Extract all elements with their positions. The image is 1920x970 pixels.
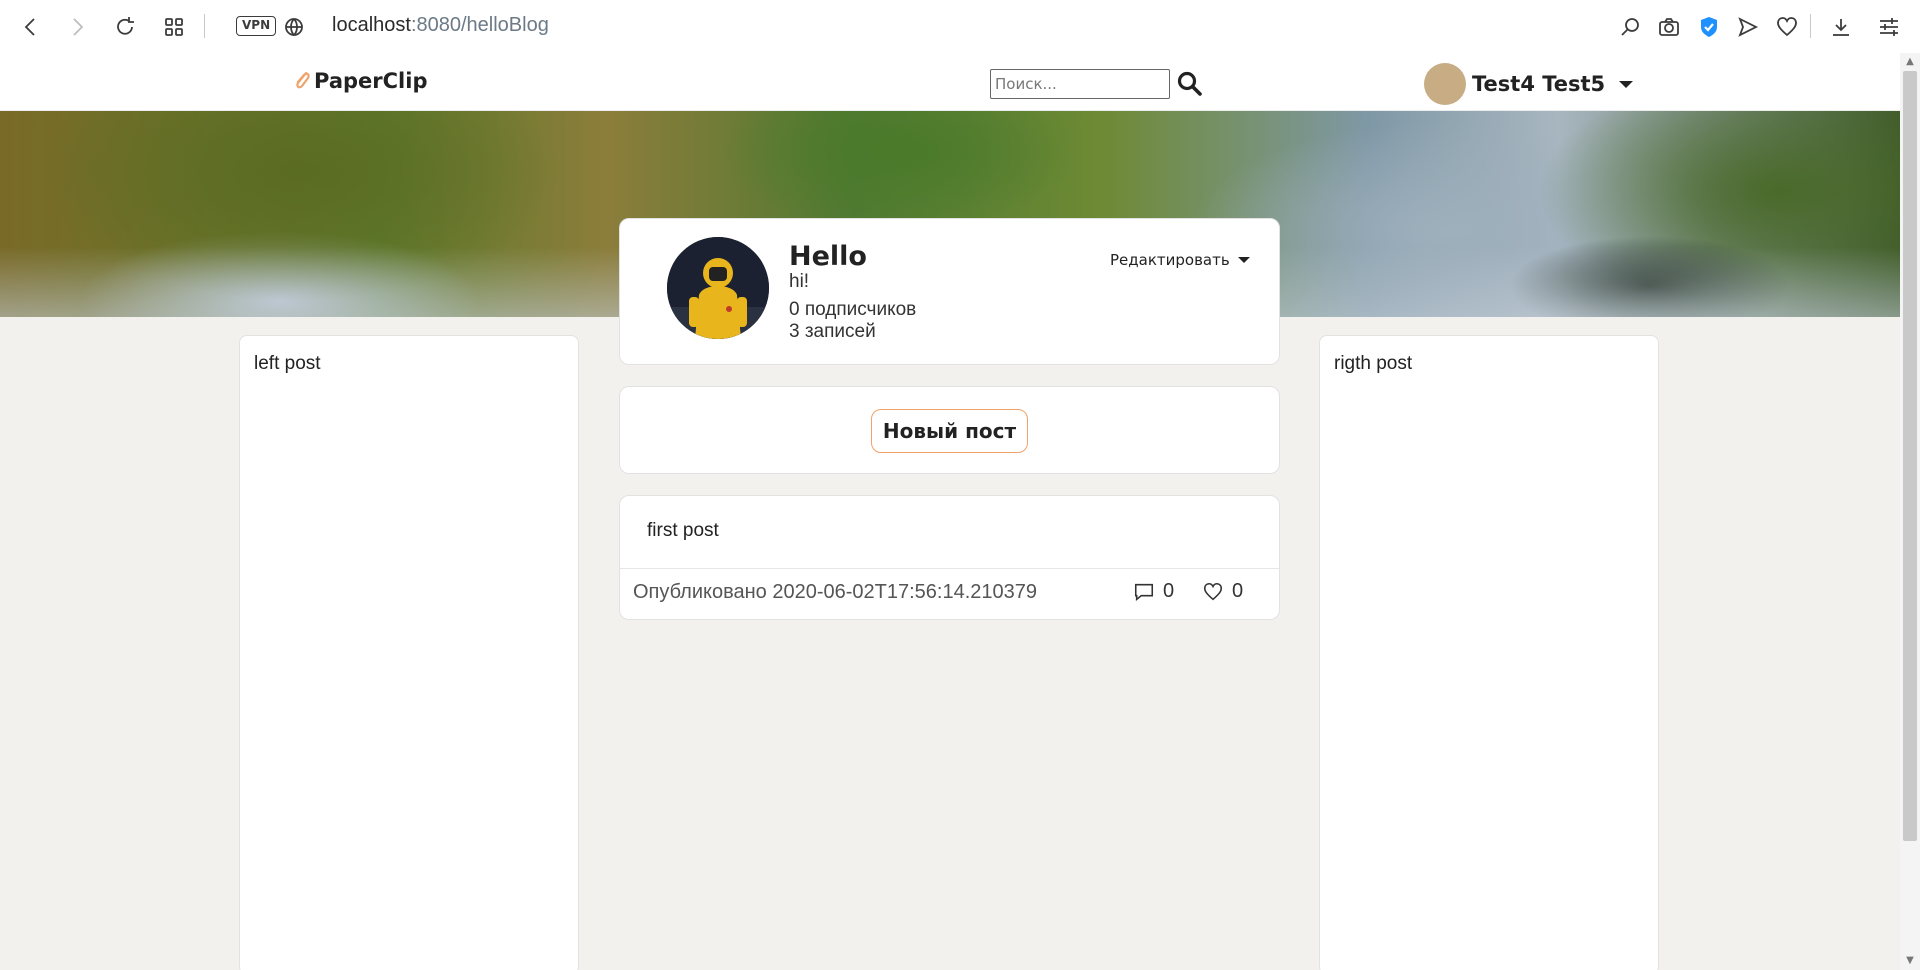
edit-profile-dropdown[interactable]: Редактировать — [1110, 251, 1250, 269]
toolbar-divider — [1810, 14, 1811, 38]
globe-icon[interactable] — [281, 14, 307, 40]
site-header: PaperClip Test4 Test5 — [0, 53, 1900, 111]
post-published-date: Опубликовано 2020-06-02T17:56:14.210379 — [633, 581, 1038, 603]
heart-icon[interactable] — [1774, 14, 1800, 40]
likes-stat[interactable]: 0 — [1202, 580, 1243, 603]
scroll-up-icon[interactable]: ▲ — [1904, 56, 1916, 68]
vpn-badge[interactable]: VPN — [236, 16, 277, 36]
paperclip-icon — [296, 71, 310, 89]
posts-count: 3 записей — [789, 321, 876, 342]
likes-count: 0 — [1232, 580, 1244, 602]
chevron-down-icon — [1237, 257, 1250, 263]
user-name: Test4 Test5 — [1472, 72, 1606, 96]
profile-avatar — [667, 237, 769, 339]
camera-icon[interactable] — [1656, 14, 1682, 40]
search-input[interactable] — [990, 69, 1170, 99]
forward-icon[interactable] — [64, 14, 90, 40]
url-path: :8080/helloBlog — [410, 14, 549, 36]
tabs-grid-icon[interactable] — [161, 14, 187, 40]
back-icon[interactable] — [18, 14, 44, 40]
scroll-down-icon[interactable]: ▼ — [1904, 955, 1916, 967]
right-sidebar-card: rigth post — [1319, 335, 1659, 970]
new-post-button[interactable]: Новый пост — [871, 409, 1028, 453]
logo[interactable]: PaperClip — [292, 68, 427, 94]
address-bar[interactable]: localhost:8080/helloBlog — [332, 14, 549, 37]
user-menu[interactable]: Test4 Test5 — [1424, 63, 1634, 105]
url-host: localhost — [332, 14, 411, 36]
comments-count: 0 — [1163, 580, 1175, 602]
post-card: first post Опубликовано 2020-06-02T17:56… — [619, 495, 1280, 620]
send-icon[interactable] — [1735, 14, 1761, 40]
reload-icon[interactable] — [112, 14, 138, 40]
chevron-down-icon — [1619, 80, 1634, 88]
search-icon — [1177, 71, 1202, 96]
post-divider — [620, 568, 1279, 569]
toolbar-divider — [204, 14, 205, 38]
logo-text: PaperClip — [314, 69, 428, 93]
comment-icon — [1134, 583, 1154, 601]
search-button[interactable] — [1176, 70, 1204, 98]
user-avatar — [1424, 63, 1466, 105]
profile-bio: hi! — [789, 271, 810, 292]
search-page-icon[interactable] — [1617, 14, 1643, 40]
settings-sliders-icon[interactable] — [1876, 14, 1902, 40]
comments-stat[interactable]: 0 — [1133, 580, 1174, 603]
download-icon[interactable] — [1828, 14, 1854, 40]
post-title[interactable]: first post — [647, 520, 719, 542]
right-sidebar-text: rigth post — [1334, 353, 1413, 374]
heart-icon — [1203, 582, 1223, 600]
profile-name: Hello — [789, 241, 867, 272]
shield-check-icon[interactable] — [1696, 14, 1722, 40]
profile-card: Hello hi! 0 подписчиков 3 записей Редакт… — [619, 218, 1280, 365]
scroll-thumb[interactable] — [1903, 71, 1917, 841]
left-sidebar-text: left post — [254, 353, 321, 374]
browser-toolbar: VPN localhost:8080/helloBlog — [0, 0, 1920, 53]
left-sidebar-card: left post — [239, 335, 579, 970]
followers-count: 0 подписчиков — [789, 299, 917, 320]
page-scrollbar[interactable]: ▲ ▼ — [1900, 53, 1920, 970]
edit-profile-label: Редактировать — [1110, 251, 1230, 269]
new-post-card: Новый пост — [619, 386, 1280, 474]
